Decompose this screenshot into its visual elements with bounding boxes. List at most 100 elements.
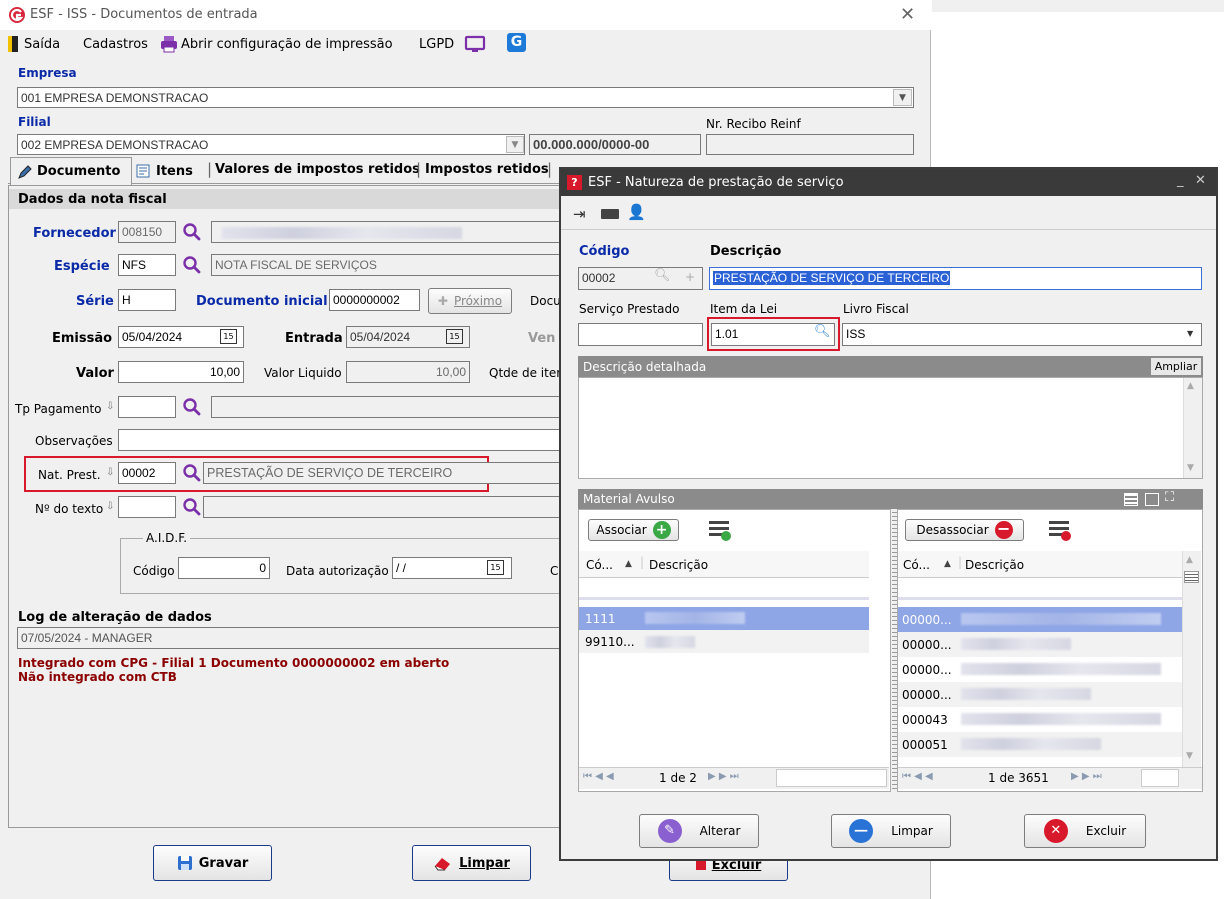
search-icon[interactable]: 🔍︎: [814, 324, 831, 339]
calendar-icon[interactable]: 15: [220, 329, 237, 344]
doc-inicial-field[interactable]: 0000000002: [329, 289, 420, 311]
material-avulso-label: Material Avulso: [583, 492, 675, 506]
empresa-select[interactable]: 001 EMPRESA DEMONSTRACAO: [17, 87, 914, 108]
livro-fiscal-select[interactable]: ISS: [842, 323, 1202, 346]
right-hscrollbar[interactable]: [1141, 769, 1179, 787]
ampliar-button-label: Ampliar: [1154, 360, 1198, 373]
col-divider: |: [640, 555, 645, 569]
qtde-truncated-label: Qtde de iter: [489, 366, 562, 380]
scroll-up-icon[interactable]: ▲: [1187, 381, 1194, 391]
minimize-icon[interactable]: _: [1177, 173, 1184, 188]
layout-split-icon[interactable]: [1145, 493, 1159, 506]
left-hscrollbar[interactable]: [776, 769, 887, 787]
g-logo-icon[interactable]: G: [507, 33, 526, 52]
desassociar-button[interactable]: Desassociar −: [905, 519, 1024, 541]
observacoes-field[interactable]: [118, 429, 561, 451]
calendar-icon[interactable]: 15: [487, 560, 504, 575]
pager-nav-last-icons[interactable]: ▶ ▶ ⏭: [1071, 771, 1102, 782]
close-icon[interactable]: ✕: [1195, 173, 1206, 188]
aidf-codigo-label: Código: [133, 564, 175, 578]
dlg-descricao-field[interactable]: PRESTAÇÃO DE SERVIÇO DE TERCEIRO: [709, 267, 1202, 290]
chevron-down-icon[interactable]: ▼: [1187, 329, 1193, 338]
valor-liquido-field: 10,00: [346, 361, 470, 383]
left-grid-col-code[interactable]: Có...: [586, 558, 613, 572]
alterar-button[interactable]: ✎ Alterar: [639, 814, 759, 848]
menu-lgpd[interactable]: LGPD: [419, 37, 454, 52]
tab-impostos-retidos[interactable]: Impostos retidos: [425, 162, 549, 177]
gravar-button[interactable]: Gravar: [153, 845, 272, 881]
tab-documento[interactable]: Documento: [10, 157, 132, 185]
num-texto-code[interactable]: [118, 496, 176, 518]
num-texto-label: Nº do texto: [35, 502, 104, 516]
remove-list-icon[interactable]: [1049, 521, 1071, 541]
especie-desc: NOTA FISCAL DE SERVIÇOS: [211, 254, 561, 276]
menu-bar: Saída Cadastros Abrir configuração de im…: [0, 30, 931, 58]
close-icon[interactable]: ✕: [900, 4, 915, 25]
filial-select[interactable]: 002 EMPRESA DEMONSTRACAO: [17, 134, 525, 155]
scroll-down-icon[interactable]: ▼: [1187, 463, 1194, 473]
search-icon[interactable]: [182, 222, 202, 242]
app-logo-icon: [9, 7, 25, 23]
search-icon[interactable]: [182, 255, 202, 275]
right-grid-row-3-desc-blurred: [961, 688, 1091, 700]
tab-documento-label: Documento: [37, 164, 121, 179]
desc-detalhada-textarea[interactable]: [578, 377, 1203, 479]
calendar-icon[interactable]: 15: [446, 329, 463, 344]
menu-cadastros[interactable]: Cadastros: [83, 37, 148, 52]
valor-liquido-label: Valor Liquido: [264, 366, 342, 380]
dlg-limpar-button[interactable]: − Limpar: [831, 814, 951, 848]
right-grid-vscrollbar[interactable]: [1182, 551, 1201, 767]
expand-icon[interactable]: ⛶: [1165, 490, 1174, 505]
tp-pagamento-code[interactable]: [118, 396, 176, 418]
scroll-thumb[interactable]: [1184, 571, 1199, 583]
scroll-up-icon[interactable]: ▲: [1186, 555, 1193, 565]
right-grid-col-desc[interactable]: Descrição: [965, 558, 1024, 572]
exit-icon[interactable]: ⇥: [573, 205, 586, 223]
proximo-button[interactable]: ✚ Próximo: [428, 288, 512, 314]
limpar-button[interactable]: Limpar: [412, 845, 531, 881]
serie-field[interactable]: H: [118, 289, 176, 311]
exit-icon: [8, 36, 18, 52]
filial-dropdown-icon[interactable]: ▼: [506, 136, 524, 153]
associar-button[interactable]: Associar +: [588, 519, 679, 541]
pager-nav-last-icons[interactable]: ▶ ▶ ⏭: [708, 771, 739, 782]
left-grid-col-desc[interactable]: Descrição: [649, 558, 708, 572]
layout-list-icon[interactable]: [1124, 493, 1138, 506]
search-icon: 🔍︎: [654, 268, 671, 283]
pager-nav-first-icons[interactable]: ⏮ ◀ ◀: [583, 771, 614, 782]
monitor-icon[interactable]: [464, 35, 486, 53]
dlg-excluir-button[interactable]: ✕ Excluir: [1024, 814, 1146, 848]
dlg-excluir-button-label: Excluir: [1085, 824, 1127, 838]
alterar-button-label: Alterar: [699, 824, 741, 838]
valor-field[interactable]: 10,00: [118, 361, 244, 383]
search-icon[interactable]: [182, 397, 202, 417]
ampliar-button[interactable]: Ampliar: [1151, 358, 1201, 375]
pager-nav-first-icons[interactable]: ⏮ ◀ ◀: [902, 771, 933, 782]
right-grid-col-code[interactable]: Có...: [903, 558, 930, 572]
nat-prest-label: Nat. Prest.: [38, 468, 101, 482]
observacoes-label: Observações: [35, 434, 113, 448]
pin-icon: ⇩: [106, 401, 115, 412]
dlg-descricao-selected-text: PRESTAÇÃO DE SERVIÇO DE TERCEIRO: [713, 271, 951, 285]
tab-valores-impostos[interactable]: Valores de impostos retidos: [215, 162, 420, 177]
section-title: Dados da nota fiscal: [18, 192, 167, 207]
search-icon[interactable]: [182, 497, 202, 517]
aidf-codigo-field[interactable]: 0: [178, 557, 270, 579]
nat-prest-code[interactable]: 00002: [118, 462, 176, 484]
servico-prestado-field[interactable]: [578, 323, 703, 346]
menu-saida[interactable]: Saída: [24, 37, 60, 52]
empresa-dropdown-icon[interactable]: ▼: [893, 89, 912, 106]
search-icon[interactable]: [182, 463, 202, 483]
especie-code[interactable]: NFS: [118, 254, 176, 276]
item-lei-label: Item da Lei: [710, 302, 778, 316]
livro-fiscal-label: Livro Fiscal: [843, 302, 909, 316]
pencil-icon: [18, 164, 32, 179]
keyboard-icon[interactable]: [601, 209, 619, 219]
fornecedor-code[interactable]: 008150: [118, 221, 176, 243]
menu-print-config[interactable]: Abrir configuração de impressão: [181, 37, 393, 52]
user-icon[interactable]: 👤: [627, 203, 646, 221]
scroll-down-icon[interactable]: ▼: [1186, 751, 1193, 761]
recibo-field[interactable]: [706, 134, 914, 155]
tab-itens[interactable]: Itens: [136, 160, 193, 182]
add-list-icon[interactable]: [709, 521, 731, 541]
